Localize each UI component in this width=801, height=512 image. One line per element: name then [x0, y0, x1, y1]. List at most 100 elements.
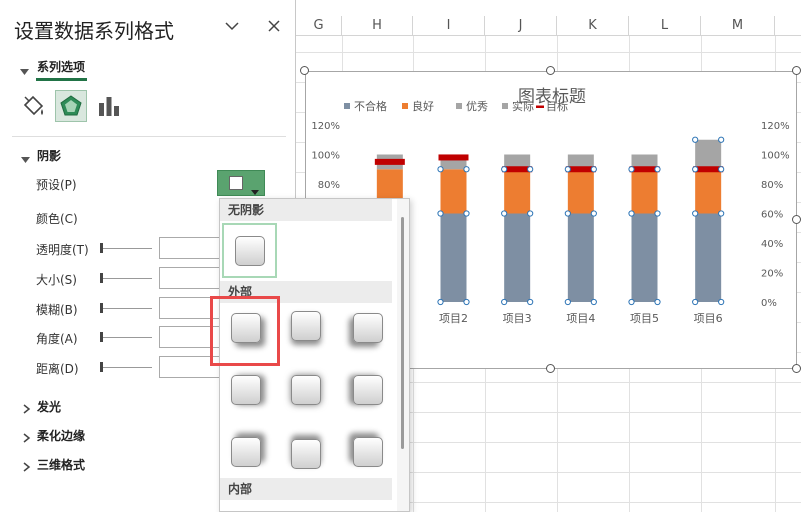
selection-point-4-0-1: [590, 210, 597, 217]
outer-shadow-offset-bottom-right-option[interactable]: [231, 313, 261, 343]
dropdown-scrollbar-thumb[interactable]: [401, 217, 404, 449]
legend-label-3: 实际: [512, 99, 534, 113]
column-header-h[interactable]: H: [342, 16, 413, 36]
blur-slider-track[interactable]: [100, 308, 152, 309]
chart-resize-handle-bottom-right[interactable]: [792, 364, 801, 373]
glow-caret-icon[interactable]: [23, 399, 31, 418]
target-marker-1: [374, 158, 405, 165]
shadow-section-header[interactable]: 阴影: [37, 147, 61, 164]
selection-point-6-0-0: [692, 210, 699, 217]
legend-marker-2: [456, 103, 462, 109]
chart-resize-handle-bottom[interactable]: [546, 364, 555, 373]
column-header-j[interactable]: J: [485, 16, 557, 36]
dropdown-scrollbar[interactable]: [397, 199, 409, 511]
blur-slider-thumb[interactable]: [100, 303, 103, 313]
size-slider-thumb[interactable]: [100, 273, 103, 283]
column-header-m[interactable]: M: [701, 16, 775, 36]
x-tick-3: 项目3: [503, 312, 532, 325]
soft-edges-section-header[interactable]: 柔化边缘: [37, 427, 85, 444]
column-header-i[interactable]: I: [413, 16, 485, 36]
angle-slider-track[interactable]: [100, 337, 152, 338]
y-tick-left-4: 80%: [318, 180, 340, 191]
selection-point-base-4-0: [564, 298, 571, 306]
legend-label-2: 优秀: [466, 100, 488, 113]
preset-shadow-button[interactable]: [217, 170, 265, 196]
effects-icon[interactable]: [55, 90, 87, 122]
y-tick-right-1: 20%: [761, 269, 783, 280]
bar-5-series-1: [631, 213, 658, 302]
pane-divider: [12, 136, 286, 137]
chart-resize-handle-top-right[interactable]: [792, 66, 801, 75]
bar-5-series-2: [631, 169, 658, 214]
three-d-format-caret-icon[interactable]: [23, 457, 31, 476]
selection-point-4-1-1: [590, 166, 597, 173]
bar-6-series-2: [695, 169, 722, 214]
y-tick-right-3: 60%: [761, 210, 783, 221]
legend-marker-target: [536, 105, 544, 108]
selection-point-2-0-1: [463, 210, 470, 217]
outer-shadow-offset-right-option[interactable]: [231, 375, 261, 405]
series-options-tab[interactable]: 系列选项: [37, 58, 85, 75]
y-tick-left-6: 120%: [311, 121, 340, 132]
x-tick-2: 项目2: [439, 312, 468, 325]
fill-line-icon[interactable]: [19, 93, 47, 125]
size-label: 大小(S): [36, 273, 77, 287]
selection-point-top-6-1: [718, 136, 725, 143]
series-options-caret-icon[interactable]: [20, 62, 30, 81]
excel-window: G H I J K L M 图表标题 不合格 良好 优秀 实际 目标 0% 20…: [0, 0, 801, 512]
selection-point-3-0-0: [501, 210, 508, 217]
y-tick-right-4: 80%: [761, 180, 783, 191]
size-slider-track[interactable]: [100, 278, 152, 279]
selection-point-2-1-1: [463, 166, 470, 173]
transparency-slider-track[interactable]: [100, 248, 152, 249]
legend-marker-0: [344, 103, 350, 109]
outer-shadow-offset-left-option[interactable]: [353, 375, 383, 405]
size-input[interactable]: [159, 267, 221, 289]
outer-shadow-offset-center-option[interactable]: [291, 375, 321, 405]
series-options-bar-icon[interactable]: [97, 94, 121, 122]
selection-point-3-1-0: [501, 166, 508, 173]
selection-point-base-2-1: [463, 298, 470, 306]
no-shadow-group-header: 无阴影: [220, 199, 392, 221]
distance-slider-track[interactable]: [100, 367, 152, 368]
outer-shadow-offset-top-right-option[interactable]: [231, 437, 261, 467]
selection-point-base-2-0: [437, 298, 444, 306]
three-d-format-section-header[interactable]: 三维格式: [37, 456, 85, 473]
angle-slider-thumb[interactable]: [100, 332, 103, 342]
chart-resize-handle-top[interactable]: [546, 66, 555, 75]
selection-point-top-6-0: [692, 136, 699, 143]
y-tick-right-0: 0%: [761, 298, 777, 309]
outer-shadow-offset-top-option[interactable]: [291, 439, 321, 469]
legend-marker-1: [402, 103, 408, 109]
soft-edges-caret-icon[interactable]: [23, 428, 31, 447]
shadow-caret-icon[interactable]: [21, 150, 31, 169]
glow-section-header[interactable]: 发光: [37, 398, 61, 415]
selection-point-5-1-1: [654, 166, 661, 173]
selection-point-base-3-1: [527, 298, 534, 306]
column-header-g[interactable]: G: [296, 16, 342, 36]
chart-resize-handle-top-left[interactable]: [300, 66, 309, 75]
selection-point-6-1-0: [692, 166, 699, 173]
selection-point-3-1-1: [527, 166, 534, 173]
outer-shadow-offset-bottom-left-option[interactable]: [353, 313, 383, 343]
bar-4-series-1: [567, 213, 594, 302]
outer-shadow-offset-bottom-option[interactable]: [291, 311, 321, 341]
column-header-k[interactable]: K: [557, 16, 629, 36]
pane-close-icon[interactable]: [266, 18, 282, 38]
transparency-label: 透明度(T): [36, 243, 89, 257]
distance-label: 距离(D): [36, 362, 79, 376]
selection-point-base-6-0: [692, 298, 699, 306]
pane-options-chevron-icon[interactable]: [224, 18, 240, 38]
no-shadow-option[interactable]: [222, 223, 277, 278]
y-tick-right-2: 40%: [761, 239, 783, 250]
chart-resize-handle-right[interactable]: [792, 215, 801, 224]
selection-point-5-1-0: [628, 166, 635, 173]
y-tick-right-6: 120%: [761, 121, 790, 132]
outer-shadow-offset-top-left-option[interactable]: [353, 437, 383, 467]
selection-point-base-4-1: [590, 298, 597, 306]
transparency-slider-thumb[interactable]: [100, 243, 103, 253]
column-header-l[interactable]: L: [629, 16, 701, 36]
bar-3-series-2: [504, 169, 531, 214]
transparency-input[interactable]: [159, 237, 221, 259]
distance-slider-thumb[interactable]: [100, 362, 103, 372]
